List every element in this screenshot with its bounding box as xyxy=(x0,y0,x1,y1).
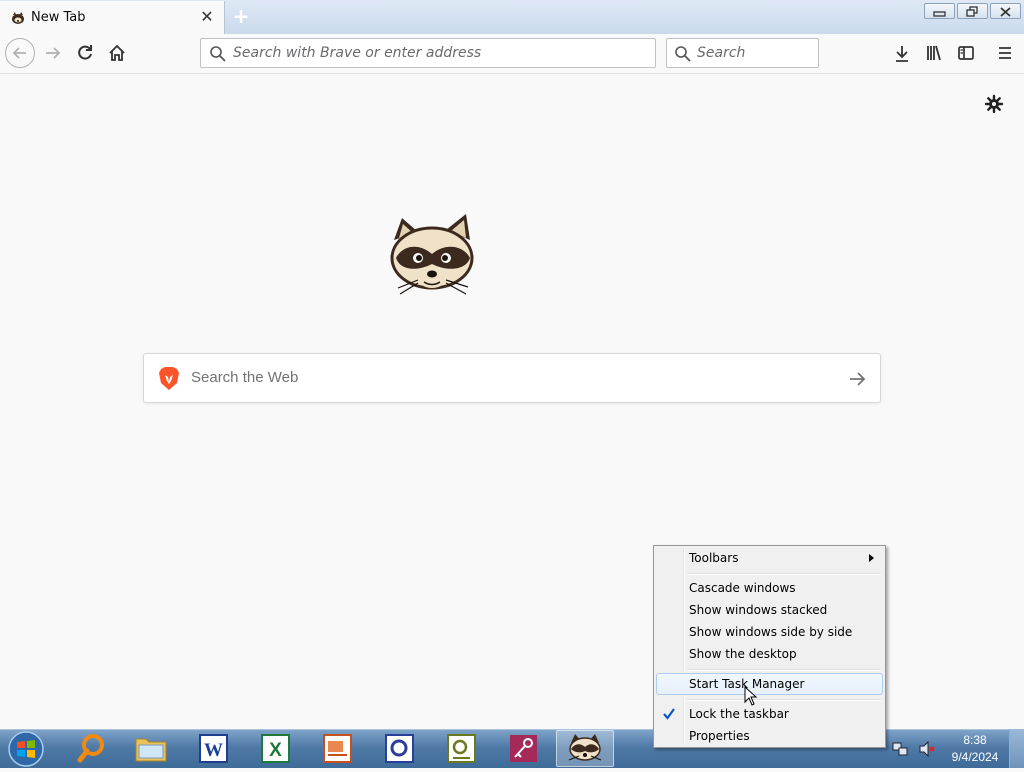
close-tab-icon[interactable]: ✕ xyxy=(198,7,216,27)
menu-separator xyxy=(687,573,881,575)
clock-date[interactable]: 9/4/2024 xyxy=(946,750,1004,764)
restore-icon xyxy=(966,6,978,17)
show-desktop-button[interactable] xyxy=(1009,729,1024,768)
tab-new-tab[interactable]: New Tab ✕ xyxy=(0,1,225,34)
address-input[interactable] xyxy=(233,45,643,61)
submenu-arrow-icon xyxy=(869,554,874,562)
sidebar-icon xyxy=(958,46,974,60)
taskbar-app-green[interactable] xyxy=(432,730,490,767)
search-input[interactable] xyxy=(697,45,812,61)
menu-item-label: Properties xyxy=(689,729,750,743)
settings-button[interactable] xyxy=(983,93,1005,115)
downloads-button[interactable] xyxy=(887,38,917,68)
volume-muted-icon xyxy=(919,740,935,758)
web-search-box[interactable] xyxy=(143,353,881,403)
taskbar-powerpoint[interactable] xyxy=(308,730,366,767)
publisher-app-icon xyxy=(447,734,476,763)
download-icon xyxy=(896,46,908,62)
menu-item-cascade-windows[interactable]: Cascade windows xyxy=(656,577,883,599)
library-icon xyxy=(927,45,941,61)
address-bar[interactable] xyxy=(200,38,656,68)
minimize-icon xyxy=(933,11,946,17)
raccoon-favicon-icon xyxy=(12,12,24,24)
new-tab-button[interactable]: + xyxy=(231,5,251,27)
menu-item-label: Show the desktop xyxy=(689,647,797,661)
start-button[interactable] xyxy=(4,730,48,768)
taskbar-file-explorer[interactable] xyxy=(122,730,180,767)
hamburger-menu-icon xyxy=(999,47,1011,59)
menu-item-start-task-manager[interactable]: Start Task Manager xyxy=(656,673,883,695)
web-search-input[interactable] xyxy=(191,369,821,386)
brave-lion-icon xyxy=(159,367,179,390)
reload-button[interactable] xyxy=(70,38,100,68)
back-arrow-icon xyxy=(12,47,26,59)
magnifier-app-icon xyxy=(77,734,104,763)
submit-arrow-icon[interactable] xyxy=(846,368,868,390)
mouse-cursor-icon xyxy=(744,686,758,706)
volume-tray-icon[interactable] xyxy=(918,740,936,758)
menu-item-lock-the-taskbar[interactable]: Lock the taskbar xyxy=(656,703,883,725)
windows-start-orb-icon xyxy=(8,731,44,767)
search-icon xyxy=(675,46,691,62)
menu-item-show-the-desktop[interactable]: Show the desktop xyxy=(656,643,883,665)
raccoon-logo xyxy=(390,214,474,295)
outlook-app-icon xyxy=(385,734,414,763)
close-icon xyxy=(1000,7,1011,17)
word-icon: W xyxy=(199,734,228,763)
svg-text:W: W xyxy=(204,740,223,761)
taskbar-word[interactable]: W xyxy=(184,730,242,767)
menu-separator xyxy=(687,669,881,671)
network-tray-icon[interactable] xyxy=(892,741,908,757)
back-button[interactable] xyxy=(5,38,35,68)
menu-item-show-windows-stacked[interactable]: Show windows stacked xyxy=(656,599,883,621)
menu-item-show-windows-side-by-side[interactable]: Show windows side by side xyxy=(656,621,883,643)
key-app-icon xyxy=(510,735,537,762)
taskbar-app-purple[interactable] xyxy=(494,730,552,767)
gear-icon xyxy=(984,94,1004,114)
tab-title: New Tab xyxy=(31,10,86,25)
menu-item-label: Lock the taskbar xyxy=(689,707,789,721)
checkmark-icon xyxy=(663,708,675,720)
menu-item-label: Show windows side by side xyxy=(689,625,853,639)
taskbar-search-app[interactable] xyxy=(62,730,120,767)
search-bar[interactable] xyxy=(666,38,819,68)
powerpoint-icon xyxy=(323,734,352,763)
reload-icon xyxy=(78,45,92,60)
sidebar-button[interactable] xyxy=(951,38,981,68)
svg-text:X: X xyxy=(269,740,282,761)
menu-separator xyxy=(687,699,881,701)
close-window-button[interactable] xyxy=(990,3,1021,19)
menu-item-label: Cascade windows xyxy=(689,581,796,595)
home-button[interactable] xyxy=(102,38,132,68)
menu-item-label: Toolbars xyxy=(689,551,739,565)
network-icon xyxy=(892,742,908,756)
minimize-button[interactable] xyxy=(924,3,955,19)
folder-icon xyxy=(135,738,167,762)
menu-item-toolbars[interactable]: Toolbars xyxy=(656,547,883,569)
forward-arrow-icon xyxy=(46,47,61,59)
excel-icon: X xyxy=(261,734,290,763)
taskbar-context-menu: Toolbars Cascade windows Show windows st… xyxy=(653,545,886,748)
menu-item-properties[interactable]: Properties xyxy=(656,725,883,747)
forward-button[interactable] xyxy=(38,38,68,68)
clock-time[interactable]: 8:38 xyxy=(950,733,1000,747)
search-icon xyxy=(210,46,226,62)
taskbar-excel[interactable]: X xyxy=(246,730,304,767)
taskbar-app-blue[interactable] xyxy=(370,730,428,767)
library-button[interactable] xyxy=(919,38,949,68)
menu-button[interactable] xyxy=(990,38,1020,68)
raccoon-browser-icon xyxy=(568,734,602,761)
restore-button[interactable] xyxy=(957,3,988,19)
taskbar-browser[interactable] xyxy=(556,730,614,767)
home-icon xyxy=(109,44,125,61)
menu-item-label: Show windows stacked xyxy=(689,603,828,617)
